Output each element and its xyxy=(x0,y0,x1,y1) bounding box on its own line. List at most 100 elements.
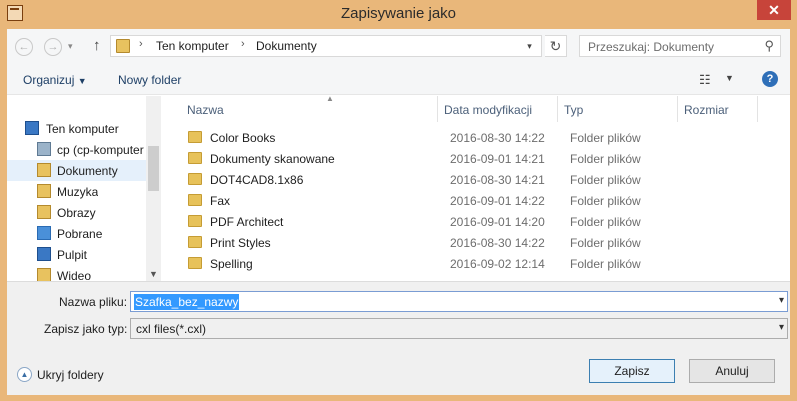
nav-label: Pulpit xyxy=(57,248,88,262)
nav-label: Ten komputer xyxy=(46,122,119,136)
title-bar[interactable]: Zapisywanie jako ✕ xyxy=(0,0,797,28)
documents-folder-icon xyxy=(116,39,130,53)
chevron-down-icon[interactable]: ▾ xyxy=(779,295,784,306)
hide-folders-button[interactable]: Ukryj foldery xyxy=(37,368,104,382)
downloads-icon xyxy=(37,226,51,240)
address-bar[interactable]: › Ten komputer › Dokumenty xyxy=(110,35,542,57)
nav-scrollbar-thumb[interactable] xyxy=(148,146,159,191)
videos-icon xyxy=(37,268,51,281)
filename-value[interactable]: Szafka_bez_nazwy xyxy=(134,294,240,310)
nav-item-dokumenty[interactable]: Dokumenty xyxy=(7,160,146,181)
save-as-dialog: Zapisywanie jako ✕ ← → ▾ ↑ › Ten kompute… xyxy=(0,0,797,401)
folder-icon xyxy=(188,194,202,206)
breadcrumb-dokumenty[interactable]: Dokumenty xyxy=(256,39,317,53)
search-icon[interactable]: ⚲ xyxy=(764,38,774,54)
table-row[interactable]: Spelling 2016-09-02 12:14 Folder plików xyxy=(181,253,781,274)
column-header-size[interactable]: Rozmiar xyxy=(678,96,758,122)
table-row[interactable]: Color Books 2016-08-30 14:22 Folder plik… xyxy=(181,127,781,148)
scroll-down-icon[interactable]: ▼ xyxy=(149,269,158,279)
organize-label: Organizuj xyxy=(23,73,75,87)
column-label: Nazwa xyxy=(187,103,224,117)
breadcrumb-ten-komputer[interactable]: Ten komputer xyxy=(156,39,229,53)
recent-locations-dropdown[interactable]: ▾ xyxy=(68,41,73,52)
file-type: Folder plików xyxy=(570,131,641,145)
chevron-down-icon: ▼ xyxy=(77,76,87,86)
column-label: Rozmiar xyxy=(684,103,729,117)
file-date: 2016-09-02 12:14 xyxy=(450,257,545,271)
filetype-select[interactable]: cxl files(*.cxl) ▾ xyxy=(130,318,788,339)
address-row: ← → ▾ ↑ › Ten komputer › Dokumenty ▾ ↻ P… xyxy=(7,29,790,65)
folder-icon xyxy=(188,257,202,269)
column-header-modified[interactable]: Data modyfikacji xyxy=(438,96,558,122)
file-type: Folder plików xyxy=(570,257,641,271)
filename-field[interactable]: Szafka_bez_nazwy ▾ xyxy=(130,291,788,312)
documents-icon xyxy=(37,163,51,177)
table-row[interactable]: Print Styles 2016-08-30 14:22 Folder pli… xyxy=(181,232,781,253)
search-placeholder: Przeszukaj: Dokumenty xyxy=(588,40,715,54)
sort-ascending-icon: ▲ xyxy=(326,94,334,103)
nav-item-muzyka[interactable]: Muzyka xyxy=(7,181,146,202)
up-folder-button[interactable]: ↑ xyxy=(93,37,101,54)
table-row[interactable]: Dokumenty skanowane 2016-09-01 14:21 Fol… xyxy=(181,148,781,169)
file-date: 2016-08-30 14:21 xyxy=(450,173,545,187)
folder-icon xyxy=(188,236,202,248)
file-date: 2016-09-01 14:20 xyxy=(450,215,545,229)
save-button[interactable]: Zapisz xyxy=(589,359,675,383)
view-dropdown-icon[interactable]: ▼ xyxy=(725,73,734,83)
music-icon xyxy=(37,184,51,198)
column-label: Typ xyxy=(564,103,584,117)
file-type: Folder plików xyxy=(570,152,641,166)
column-header-type[interactable]: Typ xyxy=(558,96,678,122)
nav-item-pulpit[interactable]: Pulpit xyxy=(7,244,146,265)
collapse-up-icon[interactable]: ▲ xyxy=(17,367,32,382)
nav-scrollbar[interactable]: ▼ xyxy=(146,96,161,281)
nav-label: Obrazy xyxy=(57,206,96,220)
table-row[interactable]: PDF Architect 2016-09-01 14:20 Folder pl… xyxy=(181,211,781,232)
network-drive-icon xyxy=(37,142,51,156)
filename-label: Nazwa pliku: xyxy=(59,295,128,309)
back-button[interactable]: ← xyxy=(15,38,33,56)
breadcrumb-separator-icon[interactable]: › xyxy=(139,38,143,50)
computer-icon xyxy=(25,121,39,135)
file-type: Folder plików xyxy=(570,215,641,229)
column-header-name[interactable]: Nazwa ▲ xyxy=(181,94,438,122)
file-name: Print Styles xyxy=(210,236,271,250)
table-row[interactable]: DOT4CAD8.1x86 2016-08-30 14:21 Folder pl… xyxy=(181,169,781,190)
address-dropdown-icon[interactable]: ▾ xyxy=(520,35,539,57)
nav-label: Muzyka xyxy=(57,185,99,199)
nav-item-obrazy[interactable]: Obrazy xyxy=(7,202,146,223)
refresh-icon[interactable]: ↻ xyxy=(545,35,567,57)
breadcrumb-separator-icon[interactable]: › xyxy=(241,38,245,50)
table-row[interactable]: Fax 2016-09-01 14:22 Folder plików xyxy=(181,190,781,211)
command-toolbar: Organizuj ▼ Nowy folder ☷ ▼ ? xyxy=(7,65,790,95)
window-title: Zapisywanie jako xyxy=(340,5,457,22)
nav-item-ten-komputer[interactable]: Ten komputer xyxy=(7,118,146,139)
view-options-icon[interactable]: ☷ xyxy=(699,72,711,88)
folder-icon xyxy=(188,131,202,143)
nav-label: Wideo xyxy=(57,269,92,281)
file-date: 2016-09-01 14:22 xyxy=(450,194,545,208)
nav-item-wideo[interactable]: Wideo xyxy=(7,265,146,281)
file-type: Folder plików xyxy=(570,194,641,208)
file-name: Color Books xyxy=(210,131,276,145)
new-folder-button[interactable]: Nowy folder xyxy=(118,73,181,87)
save-form: Nazwa pliku: Szafka_bez_nazwy ▾ Zapisz j… xyxy=(7,281,790,395)
nav-item-cp[interactable]: cp (cp-komputer xyxy=(7,139,146,160)
search-input[interactable]: Przeszukaj: Dokumenty ⚲ xyxy=(579,35,781,57)
forward-button[interactable]: → xyxy=(44,38,62,56)
chevron-down-icon[interactable]: ▾ xyxy=(779,322,784,333)
folder-icon xyxy=(188,152,202,164)
organize-menu[interactable]: Organizuj ▼ xyxy=(23,73,87,87)
file-date: 2016-08-30 14:22 xyxy=(450,236,545,250)
close-button[interactable]: ✕ xyxy=(757,0,791,20)
folder-icon xyxy=(188,173,202,185)
file-type: Folder plików xyxy=(570,173,641,187)
nav-item-pobrane[interactable]: Pobrane xyxy=(7,223,146,244)
nav-label: cp (cp-komputer xyxy=(57,143,144,157)
file-date: 2016-08-30 14:22 xyxy=(450,131,545,145)
cancel-button[interactable]: Anuluj xyxy=(689,359,775,383)
pictures-icon xyxy=(37,205,51,219)
file-name: Fax xyxy=(210,194,231,208)
file-name: Spelling xyxy=(210,257,253,271)
help-icon[interactable]: ? xyxy=(762,71,778,87)
